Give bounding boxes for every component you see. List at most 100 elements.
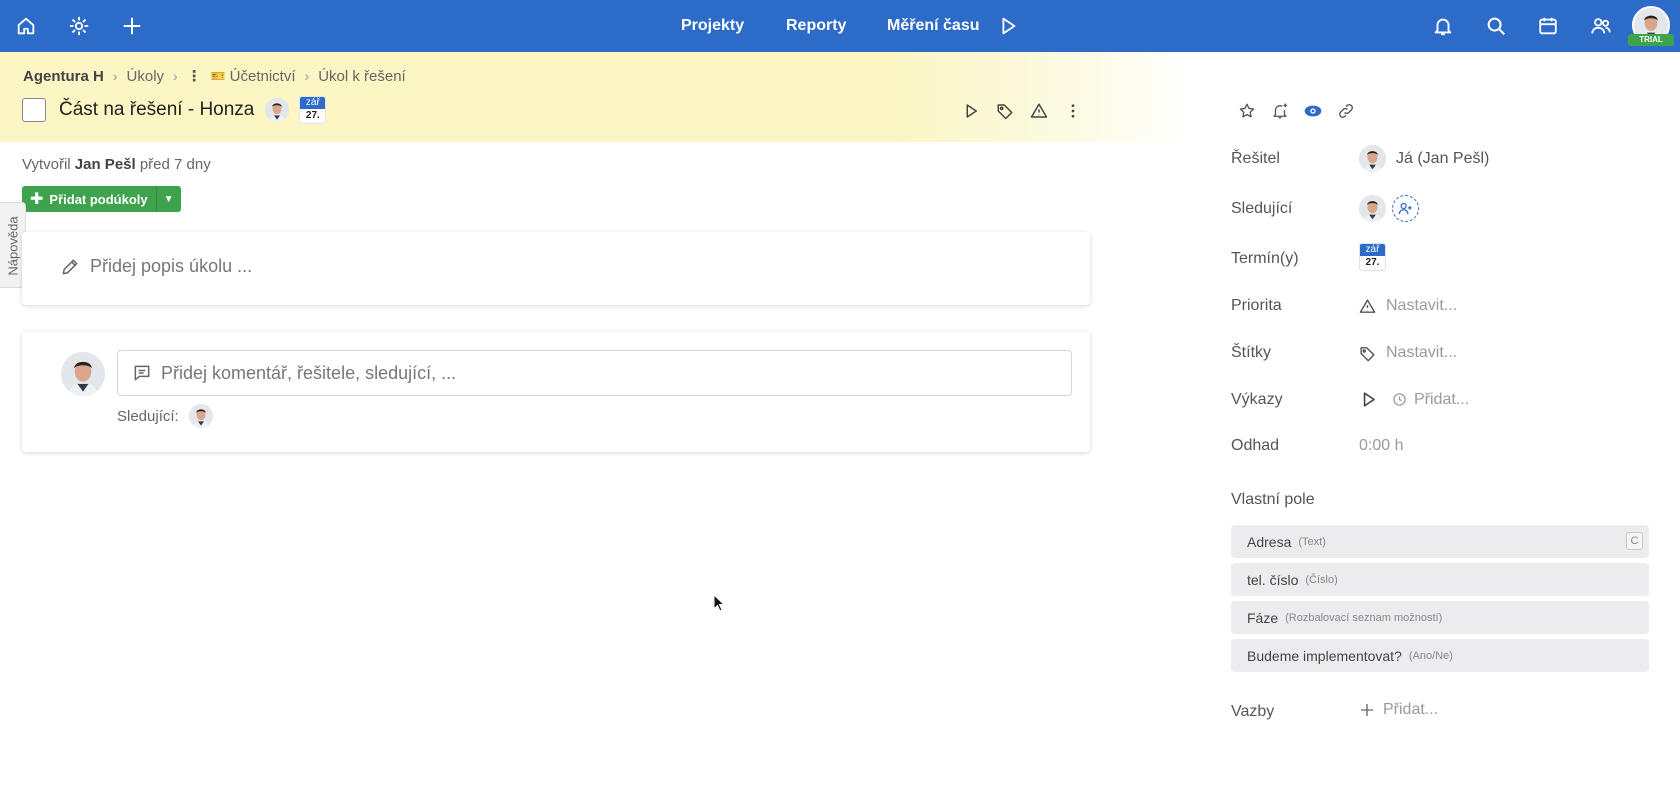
custom-field-name: tel. číslo	[1247, 571, 1299, 588]
tag-icon[interactable]	[994, 100, 1016, 122]
relations-add: Přidat...	[1383, 701, 1439, 718]
plus-icon: ✚	[30, 191, 44, 208]
chevron-right-icon: ›	[173, 68, 178, 84]
custom-field-type: (Číslo)	[1305, 573, 1338, 586]
more-vertical-icon[interactable]: ⋮	[187, 67, 202, 85]
priority-placeholder: Nastavit...	[1386, 297, 1458, 314]
task-title[interactable]: Část na řešení - Honza	[59, 99, 254, 121]
add-subtasks-button[interactable]: ✚ Přidat podúkoly	[22, 186, 156, 212]
users-icon[interactable]	[1587, 12, 1615, 40]
timesheets-value: Přidat...	[1359, 390, 1469, 409]
relations-value[interactable]: Přidat...	[1359, 701, 1438, 719]
due-dates-value[interactable]: zář 27.	[1359, 243, 1386, 271]
custom-field-key: C	[1626, 532, 1643, 550]
nav-mereni-casu[interactable]: Měření času	[887, 0, 979, 52]
plus-icon[interactable]	[118, 12, 146, 40]
comment-icon	[134, 365, 150, 381]
comment-placeholder: Přidej komentář, řešitele, sledující, ..…	[161, 362, 457, 383]
warning-triangle-icon[interactable]	[1028, 100, 1050, 122]
comment-input[interactable]: Přidej komentář, řešitele, sledující, ..…	[117, 350, 1072, 396]
task-complete-checkbox[interactable]	[22, 98, 46, 122]
caret-down-icon: ▼	[163, 193, 174, 205]
bell-icon[interactable]	[1429, 12, 1457, 40]
eye-icon[interactable]	[1302, 100, 1324, 122]
play-icon[interactable]	[960, 100, 982, 122]
due-date-month: zář	[1360, 244, 1385, 256]
followers-label: Sledující	[1231, 200, 1293, 217]
play-icon[interactable]	[1359, 390, 1378, 409]
due-date-badge: zář 27.	[1359, 243, 1386, 271]
star-icon[interactable]	[1236, 100, 1258, 122]
created-by[interactable]: Jan Pešl	[75, 156, 136, 173]
estimate-time: 0:00 h	[1359, 437, 1404, 454]
mouse-cursor-icon	[713, 594, 725, 612]
warning-triangle-icon	[1359, 298, 1376, 313]
tags-value[interactable]: Nastavit...	[1359, 344, 1457, 362]
created-prefix: Vytvořil	[22, 156, 71, 173]
assignee-name: Já (Jan Pešl)	[1396, 149, 1490, 167]
trial-badge: TRIAL	[1628, 34, 1674, 46]
assignee-value[interactable]: Já (Jan Pešl)	[1359, 145, 1489, 172]
timesheets-label: Výkazy	[1231, 391, 1283, 408]
custom-field-budeme-implementovat[interactable]: Budeme implementovat? (Ano/Ne)	[1231, 639, 1649, 672]
breadcrumb: Agentura H › Úkoly › ⋮ 🎫 Účetnictví › Úk…	[23, 67, 406, 86]
follower-avatar[interactable]	[188, 404, 213, 428]
comment-followers: Sledující:	[117, 404, 213, 428]
created-info: Vytvořil Jan Pešl před 7 dny	[22, 156, 211, 173]
add-subtasks-dropdown[interactable]: ▼	[155, 186, 181, 212]
custom-field-faze[interactable]: Fáze (Rozbalovací seznam možností)	[1231, 601, 1649, 634]
add-follower-icon[interactable]	[1392, 195, 1419, 222]
custom-field-name: Adresa	[1247, 533, 1292, 550]
more-vertical-icon[interactable]	[1062, 100, 1084, 122]
timesheets-add[interactable]: Přidat...	[1414, 391, 1469, 409]
clock-icon	[1393, 393, 1406, 406]
custom-field-tel-cislo[interactable]: tel. číslo (Číslo)	[1231, 563, 1649, 596]
custom-field-name: Fáze	[1247, 609, 1279, 626]
tag-icon	[1360, 346, 1375, 361]
breadcrumb-item-agentura[interactable]: Agentura H	[23, 68, 104, 85]
calendar-icon[interactable]	[1534, 12, 1562, 40]
plus-icon	[1361, 704, 1373, 716]
task-title-row: Část na řešení - Honza zář 27.	[22, 96, 327, 124]
due-date-day: 27.	[1365, 257, 1380, 268]
tags-label: Štítky	[1231, 344, 1272, 361]
project-emoji-icon: 🎫	[210, 69, 226, 83]
due-date-month: zář	[300, 97, 326, 109]
estimate-label: Odhad	[1231, 437, 1280, 454]
chevron-right-icon: ›	[304, 68, 310, 84]
bell-plus-icon[interactable]	[1269, 100, 1291, 122]
nav-projekty[interactable]: Projekty	[681, 0, 744, 52]
link-icon[interactable]	[1335, 100, 1357, 122]
pencil-icon	[62, 259, 78, 274]
estimate-value[interactable]: 0:00 h	[1359, 437, 1403, 455]
due-dates-label: Termín(y)	[1231, 250, 1299, 267]
priority-value[interactable]: Nastavit...	[1359, 297, 1457, 315]
follower-avatar[interactable]	[1359, 195, 1386, 222]
search-icon[interactable]	[1482, 12, 1510, 40]
assignee-avatar	[1359, 145, 1386, 172]
play-timer-icon[interactable]	[994, 12, 1022, 40]
task-actions	[960, 100, 1084, 122]
home-icon[interactable]	[12, 12, 40, 40]
add-subtasks-group: ✚ Přidat podúkoly ▼	[22, 186, 181, 212]
add-subtasks-label: Přidat podúkoly	[49, 191, 148, 207]
assignee-avatar[interactable]	[265, 98, 290, 122]
settings-gear-icon[interactable]	[65, 12, 93, 40]
breadcrumb-item-ukoly[interactable]: Úkoly	[127, 68, 165, 85]
tags-placeholder: Nastavit...	[1386, 344, 1458, 361]
breadcrumb-item-ukol[interactable]: Úkol k řešení	[318, 68, 406, 85]
followers-value	[1359, 195, 1419, 222]
assignee-label: Řešitel	[1231, 150, 1280, 167]
comment-followers-label: Sledující:	[117, 407, 179, 425]
description-card: Přidej popis úkolu ...	[22, 232, 1090, 305]
breadcrumb-item-ucetnictvi[interactable]: Účetnictví	[230, 68, 296, 85]
created-when: před 7 dny	[139, 156, 211, 173]
top-bar: Projekty Reporty Měření času TRIAL	[0, 0, 1680, 52]
custom-field-name: Budeme implementovat?	[1247, 647, 1402, 664]
nav-reporty[interactable]: Reporty	[786, 0, 846, 52]
description-input[interactable]: Přidej popis úkolu ...	[60, 256, 252, 277]
sidebar-actions	[1236, 100, 1357, 122]
due-date-badge[interactable]: zář 27.	[299, 96, 327, 124]
custom-field-adresa[interactable]: Adresa (Text) C	[1231, 525, 1649, 558]
priority-label: Priorita	[1231, 297, 1282, 314]
